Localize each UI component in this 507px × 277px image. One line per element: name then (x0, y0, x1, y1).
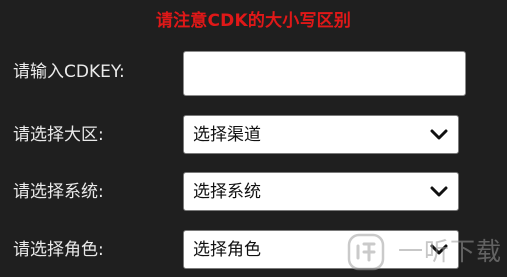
system-label: 请选择系统: (13, 182, 104, 202)
system-select[interactable]: 选择系统 (183, 172, 459, 211)
region-label: 请选择大区: (13, 125, 104, 145)
role-label: 请选择角色: (13, 240, 104, 260)
role-select-value: 选择角色 (193, 240, 261, 260)
system-select-value: 选择系统 (193, 182, 261, 202)
region-select[interactable]: 选择渠道 (183, 115, 459, 154)
case-sensitivity-notice: 请注意CDK的大小写区别 (155, 11, 352, 31)
chevron-down-icon (430, 129, 448, 140)
watermark: 一听下载 (346, 232, 507, 277)
region-select-value: 选择渠道 (193, 125, 261, 145)
yiting-logo-icon (347, 233, 385, 271)
watermark-text: 一听下载 (398, 237, 503, 266)
chevron-down-icon (430, 186, 448, 197)
cdkey-label: 请输入CDKEY: (13, 62, 125, 82)
cdkey-input[interactable] (183, 51, 466, 96)
